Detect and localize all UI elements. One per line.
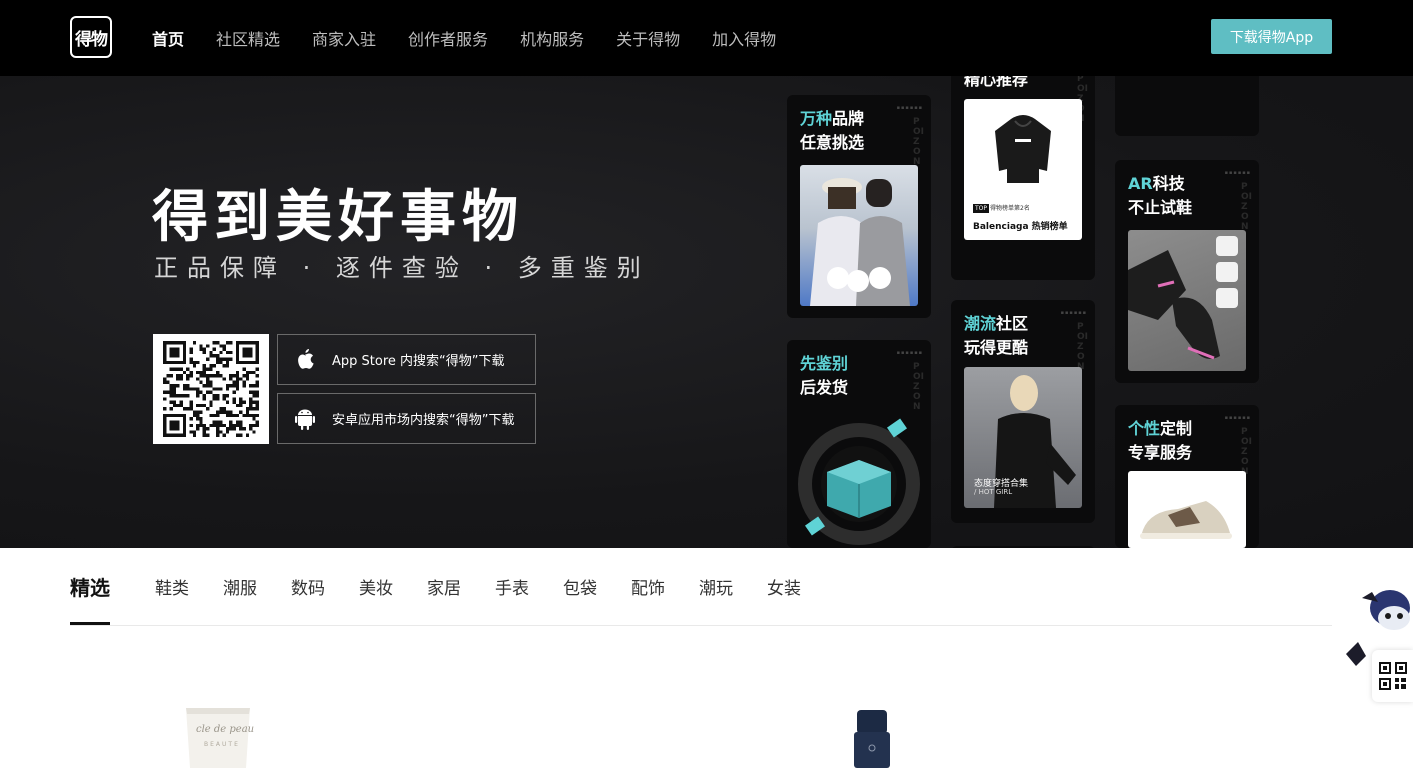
- logo-text: 得物: [75, 29, 108, 50]
- card-subtitle: 任意挑选: [800, 133, 865, 152]
- floating-qr-button[interactable]: [1372, 650, 1413, 702]
- card-tag: ▪▪▪▪▪▪: [1060, 310, 1087, 316]
- card-tag: ▪▪▪▪▪▪: [1224, 170, 1251, 176]
- card-tag: ▪▪▪▪▪▪: [1224, 415, 1251, 421]
- nav-link-creator[interactable]: 创作者服务: [408, 26, 488, 50]
- card-title: 先鉴别: [800, 354, 849, 373]
- product-image-bottle[interactable]: [850, 708, 894, 768]
- download-app-button[interactable]: 下载得物App: [1211, 19, 1332, 54]
- svg-text:cle de peau: cle de peau: [196, 724, 254, 735]
- app-store-label: App Store 内搜索“得物”下载: [332, 354, 505, 369]
- card-title: 个性定制: [1128, 419, 1193, 438]
- nav-link-merchant[interactable]: 商家入驻: [312, 26, 376, 50]
- promo-card-ar[interactable]: ▪▪▪▪▪▪ POIZON AR科技 不止试鞋: [1115, 160, 1259, 383]
- card-subtitle: 后发货: [800, 378, 849, 397]
- hero-subslogan: 正品保障 · 逐件查验 · 多重鉴别: [154, 254, 650, 282]
- tab-accessories[interactable]: 配饰: [631, 548, 665, 626]
- logo[interactable]: 得物: [70, 16, 112, 58]
- card-title: 万种品牌: [800, 109, 865, 128]
- verify-box-illustration: [798, 418, 920, 545]
- tab-beauty[interactable]: 美妆: [359, 548, 393, 626]
- rank-badge-text: 得物榜单第2名: [990, 205, 1030, 212]
- promo-card-top-partial: [1115, 76, 1259, 136]
- tab-home[interactable]: 家居: [427, 548, 461, 626]
- android-store-button[interactable]: 安卓应用市场内搜索“得物”下载: [277, 393, 536, 444]
- apple-icon: [278, 348, 332, 372]
- promo-card-custom[interactable]: ▪▪▪▪▪▪ POIZON 个性定制 专享服务: [1115, 405, 1259, 548]
- card-image-shoe: [1128, 471, 1246, 548]
- card-watermark: POIZON: [913, 117, 924, 167]
- svg-text:BEAUTE: BEAUTE: [204, 741, 240, 748]
- promo-card-brands[interactable]: ▪▪▪▪▪▪ POIZON 万种品牌 任意挑选: [787, 95, 931, 318]
- qr-code-icon: [1378, 662, 1407, 690]
- card-subtitle: 玩得更酷: [964, 338, 1029, 357]
- tab-shoes[interactable]: 鞋类: [155, 548, 189, 626]
- tab-digital[interactable]: 数码: [291, 548, 325, 626]
- nav-link-community[interactable]: 社区精选: [216, 26, 280, 50]
- nav-link-join[interactable]: 加入得物: [712, 26, 776, 50]
- rank-badge: TOP: [973, 204, 990, 213]
- tab-womenswear[interactable]: 女装: [767, 548, 801, 626]
- card-image-hoodie: TOP 得物榜单第2名 Balenciaga 热销榜单: [964, 99, 1082, 240]
- card-image-models: [800, 165, 918, 306]
- card-subtitle: 专享服务: [1128, 443, 1193, 462]
- product-image-cream[interactable]: cle de peau BEAUTE: [180, 708, 256, 768]
- card-tag: ▪▪▪▪▪▪: [896, 105, 923, 111]
- app-store-button[interactable]: App Store 内搜索“得物”下载: [277, 334, 536, 385]
- nav-link-institution[interactable]: 机构服务: [520, 26, 584, 50]
- nav-link-home[interactable]: 首页: [152, 26, 184, 50]
- promo-card-community[interactable]: ▪▪▪▪▪▪ POIZON 潮流社区 玩得更酷 态度穿搭合集 / HOT GIR…: [951, 300, 1095, 523]
- download-qr-code: [153, 334, 269, 444]
- tab-featured[interactable]: 精选: [70, 548, 110, 626]
- promo-card-verify[interactable]: ▪▪▪▪▪▪ POIZON 先鉴别 后发货: [787, 340, 931, 548]
- top-nav: 得物 首页 社区精选 商家入驻 创作者服务 机构服务 关于得物 加入得物 下载得…: [0, 0, 1413, 76]
- hoodie-icon: [995, 115, 1051, 183]
- card-subtitle: 不止试鞋: [1128, 198, 1193, 217]
- tab-bags[interactable]: 包袋: [563, 548, 597, 626]
- card-image-sneakers: [1128, 230, 1246, 371]
- hero-slogan: 得到美好事物: [152, 185, 524, 250]
- card-watermark: POIZON: [913, 362, 924, 412]
- card-image-girl: 态度穿搭合集 / HOT GIRL: [964, 367, 1082, 508]
- android-icon: [278, 408, 332, 430]
- android-store-label: 安卓应用市场内搜索“得物”下载: [332, 413, 515, 428]
- card-subtitle: 精心推荐: [964, 76, 1029, 89]
- tab-streetwear[interactable]: 潮服: [223, 548, 257, 626]
- rank-caption: Balenciaga 热销榜单: [973, 222, 1068, 232]
- tab-toys[interactable]: 潮玩: [699, 548, 733, 626]
- card-watermark: POIZON: [1241, 182, 1252, 232]
- hero-banner: 得到美好事物 正品保障 · 逐件查验 · 多重鉴别 App Store 内搜索“…: [0, 76, 1413, 548]
- card-title: 潮流社区: [964, 314, 1029, 333]
- card-watermark: POIZON: [1077, 322, 1088, 372]
- card-tag: ▪▪▪▪▪▪: [896, 350, 923, 356]
- tab-watches[interactable]: 手表: [495, 548, 529, 626]
- card-title: AR科技: [1128, 174, 1185, 193]
- nav-links: 首页 社区精选 商家入驻 创作者服务 机构服务 关于得物 加入得物: [152, 0, 808, 76]
- category-tabs: 精选 鞋类 潮服 数码 美妆 家居 手表 包袋 配饰 潮玩 女装: [70, 548, 1332, 626]
- nav-link-about[interactable]: 关于得物: [616, 26, 680, 50]
- qr-code-icon: [163, 341, 259, 437]
- promo-card-rank[interactable]: POIZON 得物榜单 精心推荐 TOP 得物榜单第2名 Balenciaga …: [951, 76, 1095, 280]
- card-watermark: POIZON: [1241, 427, 1252, 477]
- community-caption-sub: / HOT GIRL: [974, 488, 1013, 496]
